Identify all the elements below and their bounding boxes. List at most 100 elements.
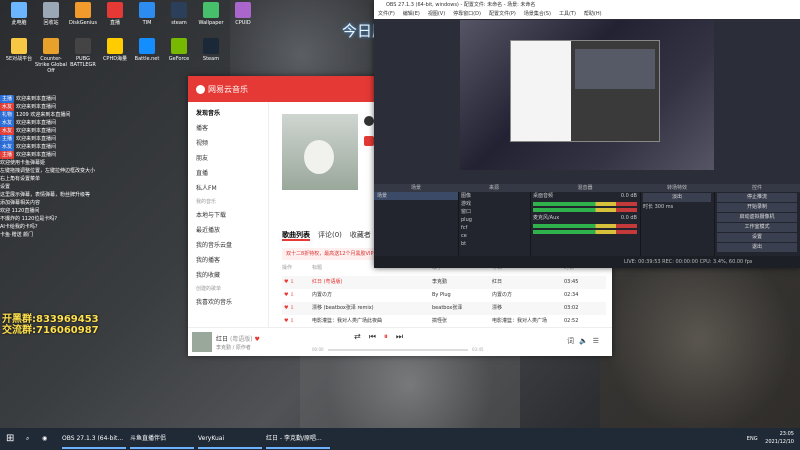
my-music-item[interactable]: 最近播放 <box>188 223 268 238</box>
obs-window[interactable]: OBS 27.1.3 (64-bit, windows) - 配置文件: 未命名… <box>374 0 800 268</box>
desktop-icon[interactable]: steam <box>162 2 196 26</box>
chat-badge: 水友 <box>0 103 15 111</box>
desktop-icon[interactable]: Counter-Strike Global Off <box>34 38 68 74</box>
song-row[interactable]: ♥ ⇩ 漂移 (beatbox张泽 remix) beatbox张泽 漂移 03:02 <box>282 302 606 315</box>
sidebar-item[interactable]: 播客 <box>188 121 268 136</box>
my-music-item[interactable]: 我的播客 <box>188 253 268 268</box>
source-item[interactable]: 图像 <box>458 192 530 200</box>
song-album: 漂移 <box>492 305 503 311</box>
play-all-button[interactable] <box>364 136 374 146</box>
desktop-icon[interactable]: 回收站 <box>34 2 68 26</box>
chat-message: 这里展示弹幕，表情弹幕，粉丝牌升级等 <box>0 191 180 199</box>
desktop-icon[interactable]: PUBG BATTLEGR <box>66 38 100 68</box>
menu-item[interactable]: 编辑(E) <box>403 11 420 17</box>
source-item[interactable]: ce <box>458 232 530 240</box>
taskbar-app[interactable]: VeryKuai <box>198 431 262 449</box>
menu-item[interactable]: 文件(F) <box>378 11 395 17</box>
taskbar-app[interactable]: 红日 - 李克勤/原唱... <box>266 431 330 449</box>
chat-text: 欢迎来到本直播间 <box>16 128 57 134</box>
control-button[interactable]: 开始录制 <box>717 203 797 212</box>
transition-select[interactable]: 淡出 <box>643 193 711 202</box>
desktop-icon[interactable]: DiskGenius <box>66 2 100 26</box>
sidebar-item[interactable]: 发现音乐 <box>188 106 268 121</box>
control-button[interactable]: 工作室模式 <box>717 223 797 232</box>
creator-avatar[interactable] <box>364 116 374 126</box>
my-music-item[interactable]: 我的收藏 <box>188 268 268 283</box>
desktop-icon[interactable]: 直播 <box>98 2 132 26</box>
sidebar-item[interactable]: 朋友 <box>188 151 268 166</box>
volume-slider[interactable] <box>533 208 637 212</box>
tab[interactable]: 歌曲列表 <box>282 231 310 241</box>
menu-item[interactable]: 工具(T) <box>559 11 576 17</box>
dock-header: 控件 <box>714 184 800 192</box>
progress-bar[interactable] <box>328 349 468 351</box>
tab[interactable]: 评论(0) <box>318 231 342 239</box>
volume-slider[interactable] <box>533 230 637 234</box>
now-playing-cover[interactable] <box>192 332 212 352</box>
control-button[interactable]: 设置 <box>717 233 797 242</box>
app-icon <box>107 2 123 18</box>
source-item[interactable]: 窗口 <box>458 208 530 216</box>
shuffle-icon[interactable]: ⇄ <box>354 332 369 341</box>
prev-icon[interactable]: ⏮ <box>369 332 384 341</box>
desktop-icon[interactable]: Steam <box>194 38 228 62</box>
my-music-item[interactable]: 我的音乐云盘 <box>188 238 268 253</box>
scene-item[interactable]: 场景 <box>374 192 458 200</box>
chat-message: 左键拖拽调整位置，左键拉伸边框改变大小 <box>0 167 180 175</box>
tab[interactable]: 收藏者 <box>350 231 371 239</box>
menu-item[interactable]: 帮助(H) <box>584 11 602 17</box>
song-row[interactable]: ♥ ⇩ 内置の方 By Plug 内置の方 02:34 <box>282 289 606 302</box>
song-artist: 李克勤 <box>432 279 448 285</box>
desktop-icon[interactable]: 5E对战平台 <box>2 38 36 62</box>
desktop-icon[interactable]: TIM <box>130 2 164 26</box>
source-item[interactable]: plug <box>458 216 530 224</box>
clock-time[interactable]: 23:05 <box>765 430 794 438</box>
song-album: 内置の方 <box>492 292 513 298</box>
desktop-icon[interactable]: CPHD海量 <box>98 38 132 62</box>
desktop-icon[interactable]: 此电脑 <box>2 2 36 26</box>
chat-badge: 主播 <box>0 95 15 103</box>
control-button[interactable]: 停止推流 <box>717 193 797 202</box>
song-row[interactable]: ♥ ⇩ 红日 (粤语版) 李克勤 红日 03:45 <box>282 276 606 289</box>
volume-icon[interactable]: 🔈 <box>579 337 593 345</box>
created-playlist-item[interactable]: 我喜欢的音乐 <box>188 295 268 310</box>
clock-date[interactable]: 2021/12/10 <box>765 438 794 446</box>
desktop-icon[interactable]: CPUID <box>226 2 260 26</box>
source-item[interactable]: fcf <box>458 224 530 232</box>
source-item[interactable]: 游戏 <box>458 200 530 208</box>
next-icon[interactable]: ⏭ <box>396 332 411 341</box>
app-icon <box>75 2 91 18</box>
sidebar-item[interactable]: 视频 <box>188 136 268 151</box>
start-button[interactable]: ⊞ <box>6 431 20 447</box>
control-button[interactable]: 启动虚拟摄像机 <box>717 213 797 222</box>
chat-text: 欢迎来到本直播间 <box>16 144 57 150</box>
track-subtitle: (粤语版) <box>229 336 253 343</box>
menu-item[interactable]: 配置文件(P) <box>489 11 516 17</box>
pause-icon[interactable]: ⏸ <box>384 332 396 341</box>
menu-item[interactable]: 场景集合(S) <box>524 11 551 17</box>
menu-item[interactable]: 视图(V) <box>428 11 445 17</box>
playlist-icon[interactable]: ☰ <box>593 337 604 345</box>
desktop-icon[interactable]: Wallpaper <box>194 2 228 26</box>
desktop-icon[interactable]: Battle.net <box>130 38 164 62</box>
app-name: 网易云音乐 <box>208 85 248 94</box>
sidebar-item[interactable]: 直播 <box>188 166 268 181</box>
obs-preview[interactable] <box>460 20 714 170</box>
control-button[interactable]: 退出 <box>717 243 797 252</box>
browser-icon[interactable]: ◉ <box>42 431 47 447</box>
taskbar-app[interactable]: 斗鱼直播伴侣 <box>130 431 194 449</box>
menu-item[interactable]: 停靠窗口(D) <box>453 11 481 17</box>
chat-text: 欢迎来到本直播间 <box>16 96 57 102</box>
taskbar-app[interactable]: OBS 27.1.3 (64-bit... <box>62 431 126 449</box>
sidebar-item[interactable]: 私人FM <box>188 181 268 196</box>
desktop-icon[interactable]: GeForce <box>162 38 196 62</box>
duration-field[interactable]: 300 ms <box>655 204 674 210</box>
source-item[interactable]: bt <box>458 240 530 248</box>
search-icon[interactable]: ⌕ <box>26 431 29 447</box>
chat-badge: 水友 <box>0 119 15 127</box>
language-indicator[interactable]: ENG <box>747 436 758 442</box>
my-music-item[interactable]: 本地与下载 <box>188 208 268 223</box>
chat-message: 礼物 1209 欢迎来到本直播间 <box>0 111 180 119</box>
lyrics-icon[interactable]: 词 <box>567 337 579 345</box>
heart-icon[interactable]: ♥ <box>255 336 260 343</box>
